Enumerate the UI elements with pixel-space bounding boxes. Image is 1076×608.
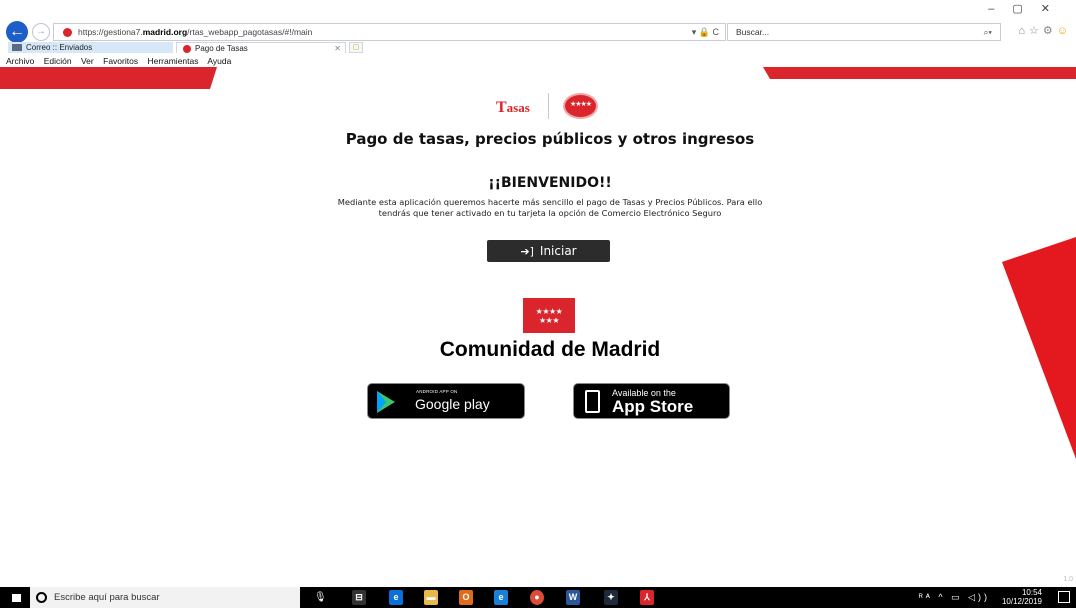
tasas-logo: Tasas xyxy=(496,99,530,116)
clock-date: 10/12/2019 xyxy=(1001,597,1042,606)
tab-label: Correo :: Enviados xyxy=(26,43,93,52)
windows-logo-icon xyxy=(12,594,21,602)
file-explorer-icon[interactable]: ▬ xyxy=(424,590,438,605)
sign-in-icon: ➔] xyxy=(520,245,534,258)
acrobat-icon[interactable]: ⅄ xyxy=(640,590,654,605)
browser-chrome: –▢✕ ← → https://gestiona7.madrid.org/rta… xyxy=(0,0,1076,66)
iphone-icon xyxy=(585,390,600,413)
google-play-small-text: ANDROID APP ON xyxy=(416,389,458,394)
clock[interactable]: 10:54 10/12/2019 xyxy=(992,588,1042,606)
favorites-star-icon[interactable]: ☆ xyxy=(1029,25,1043,37)
word-icon[interactable]: W xyxy=(566,590,580,605)
taskbar-search-input[interactable]: Escribe aquí para buscar xyxy=(30,587,300,608)
site-favicon-icon xyxy=(63,28,72,37)
top-left-red-band xyxy=(0,67,217,89)
menu-herramientas[interactable]: Herramientas xyxy=(147,56,198,66)
site-favicon-icon xyxy=(183,45,191,53)
madrid-seal-icon: ★★★★ xyxy=(563,93,598,119)
browser-search-input[interactable]: Buscar... ⌕▾ xyxy=(727,23,1001,41)
notifications-icon[interactable] xyxy=(1058,591,1070,603)
smiley-icon[interactable]: ☺ xyxy=(1057,25,1072,37)
menu-archivo[interactable]: Archivo xyxy=(6,56,34,66)
google-play-badge[interactable]: ANDROID APP ON Google play xyxy=(367,383,525,419)
tab-correo[interactable]: Correo :: Enviados xyxy=(8,42,173,53)
search-icon[interactable]: ⌕▾ xyxy=(984,24,992,40)
organization-name: Comunidad de Madrid xyxy=(439,338,661,361)
version-label: 1.0 xyxy=(1063,576,1073,583)
right-red-triangle xyxy=(1002,237,1076,459)
windows-taskbar: Escribe aquí para buscar 🎙 ⊟ e ▬ O e ● W… xyxy=(0,587,1076,608)
mail-icon xyxy=(12,44,22,51)
settings-gear-icon[interactable]: ⚙ xyxy=(1043,25,1057,37)
menu-bar: Archivo Edición Ver Favoritos Herramient… xyxy=(0,55,1076,67)
home-icon[interactable]: ⌂ xyxy=(1018,25,1029,37)
description-text: Mediante esta aplicación queremos hacert… xyxy=(337,197,763,218)
menu-edicion[interactable]: Edición xyxy=(44,56,72,66)
url-text: https://gestiona7.madrid.org/rtas_webapp… xyxy=(78,27,313,37)
google-play-big-text: Google play xyxy=(415,396,490,412)
media-app-icon[interactable]: ✦ xyxy=(604,590,618,605)
chrome-icon[interactable]: ● xyxy=(530,590,544,605)
google-play-icon-accent xyxy=(377,391,386,413)
task-view-icon[interactable]: ⊟ xyxy=(352,590,366,605)
back-button[interactable]: ← xyxy=(6,21,28,43)
taskbar-search-placeholder: Escribe aquí para buscar xyxy=(54,592,160,603)
tray-icons[interactable]: ᴿᴬ ^ ▭ ◁)) xyxy=(919,592,990,603)
menu-ayuda[interactable]: Ayuda xyxy=(207,56,231,66)
app-store-big-text: App Store xyxy=(612,397,694,416)
close-tab-icon[interactable]: ✕ xyxy=(334,43,341,54)
tab-label: Pago de Tasas xyxy=(195,44,248,53)
top-right-red-band xyxy=(763,67,1076,79)
cortana-icon xyxy=(36,592,47,603)
app-store-badge[interactable]: Available on the App Store xyxy=(573,383,730,419)
outlook-icon[interactable]: O xyxy=(459,590,473,605)
new-tab-button[interactable]: ▢ xyxy=(349,42,363,53)
start-button-label: Iniciar xyxy=(539,244,577,258)
address-bar[interactable]: https://gestiona7.madrid.org/rtas_webapp… xyxy=(53,23,726,41)
page-title: Pago de tasas, precios públicos y otros … xyxy=(345,130,755,148)
menu-ver[interactable]: Ver xyxy=(81,56,94,66)
brand-divider xyxy=(548,93,549,119)
comunidad-madrid-flag-icon: ★★★★ ★★★ xyxy=(523,298,575,333)
address-controls[interactable]: ▾ 🔒 C xyxy=(692,24,719,40)
browser-search-placeholder: Buscar... xyxy=(736,27,770,37)
windows-start-button[interactable] xyxy=(0,587,30,608)
clock-time: 10:54 xyxy=(1021,588,1042,597)
microphone-icon[interactable]: 🎙 xyxy=(314,587,327,608)
tab-pago-tasas[interactable]: Pago de Tasas ✕ xyxy=(176,42,346,53)
menu-favoritos[interactable]: Favoritos xyxy=(103,56,138,66)
welcome-heading: ¡¡BIENVENIDO!! xyxy=(488,175,612,191)
page-content: Tasas ★★★★ Pago de tasas, precios públic… xyxy=(0,67,1076,587)
window-controls[interactable]: –▢✕ xyxy=(988,2,1068,15)
edge-icon[interactable]: e xyxy=(389,590,403,605)
start-button[interactable]: ➔] Iniciar xyxy=(487,240,610,262)
browser-toolbar-icons[interactable]: ⌂☆⚙☺ xyxy=(1018,24,1072,37)
forward-button[interactable]: → xyxy=(32,23,50,41)
internet-explorer-icon[interactable]: e xyxy=(494,590,508,605)
